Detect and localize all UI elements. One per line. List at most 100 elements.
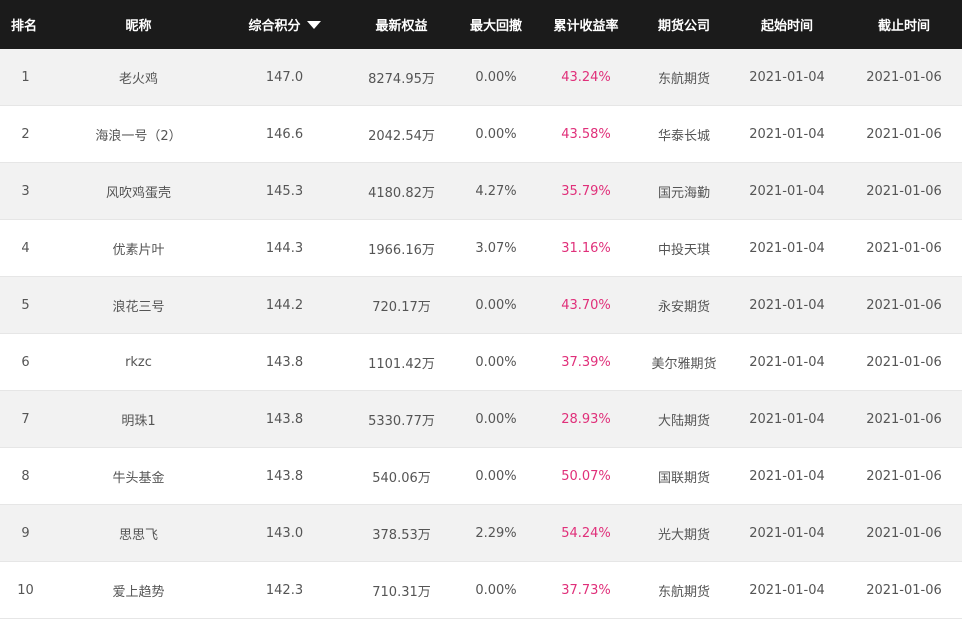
cell-nickname[interactable]: 牛头基金 (51, 467, 226, 486)
cell-score: 143.8 (265, 354, 304, 370)
cell-end-date: 2021-01-06 (866, 354, 942, 370)
cell-score: 146.6 (265, 126, 304, 142)
cell-end-date: 2021-01-06 (866, 297, 942, 313)
cell-drawdown: 0.00% (475, 297, 517, 313)
cell-equity: 720.17万 (372, 299, 431, 315)
cell-end-date: 2021-01-06 (866, 468, 942, 484)
cell-equity: 8274.95万 (368, 71, 435, 87)
header-end[interactable]: 截止时间 (846, 15, 962, 34)
cell-rank: 1 (21, 69, 30, 85)
cell-start-date: 2021-01-04 (749, 582, 825, 598)
cell-start-date: 2021-01-04 (749, 240, 825, 256)
cell-rank: 9 (21, 525, 30, 541)
cell-rank: 10 (17, 582, 34, 598)
cell-drawdown: 0.00% (475, 411, 517, 427)
ranking-table: 排名 昵称 综合积分 最新权益 最大回撤 累计收益率 期货公司 起始时间 截止时… (0, 0, 962, 619)
cell-start-date: 2021-01-04 (749, 354, 825, 370)
cell-nickname[interactable]: 思思飞 (51, 524, 226, 543)
cell-return: 50.07% (561, 468, 611, 484)
cell-drawdown: 0.00% (475, 126, 517, 142)
table-row[interactable]: 10 爱上趋势 142.3 710.31万 0.00% 37.73% 东航期货 2021-01… (0, 562, 962, 619)
cell-score: 145.3 (265, 183, 304, 199)
cell-rank: 7 (21, 411, 30, 427)
table-body: 1 老火鸡 147.0 8274.95万 0.00% 43.24% 东航期货 2021-01-… (0, 49, 962, 619)
cell-end-date: 2021-01-06 (866, 69, 942, 85)
header-return[interactable]: 累计收益率 (532, 15, 640, 34)
table-row[interactable]: 6 rkzc 143.8 1101.42万 0.00% 37.39% 美尔雅期货 2021-0… (0, 334, 962, 391)
cell-equity: 2042.54万 (368, 128, 435, 144)
header-equity[interactable]: 最新权益 (343, 15, 460, 34)
cell-start-date: 2021-01-04 (749, 525, 825, 541)
cell-rank: 8 (21, 468, 30, 484)
cell-equity: 4180.82万 (368, 185, 435, 201)
cell-nickname[interactable]: 老火鸡 (51, 68, 226, 87)
cell-equity: 710.31万 (372, 584, 431, 600)
cell-equity: 1966.16万 (368, 242, 435, 258)
cell-return: 43.70% (561, 297, 611, 313)
cell-score: 144.2 (265, 297, 304, 313)
cell-end-date: 2021-01-06 (866, 582, 942, 598)
cell-start-date: 2021-01-04 (749, 126, 825, 142)
cell-return: 54.24% (561, 525, 611, 541)
cell-score: 143.0 (265, 525, 304, 541)
table-row[interactable]: 1 老火鸡 147.0 8274.95万 0.00% 43.24% 东航期货 2021-01-… (0, 49, 962, 106)
cell-rank: 6 (21, 354, 30, 370)
cell-nickname[interactable]: 优素片叶 (51, 239, 226, 258)
header-start[interactable]: 起始时间 (728, 15, 846, 34)
cell-end-date: 2021-01-06 (866, 240, 942, 256)
cell-rank: 2 (21, 126, 30, 142)
table-row[interactable]: 8 牛头基金 143.8 540.06万 0.00% 50.07% 国联期货 2021-01-… (0, 448, 962, 505)
table-row[interactable]: 2 海浪一号（2） 146.6 2042.54万 0.00% 43.58% 华泰长城 2021… (0, 106, 962, 163)
cell-drawdown: 2.29% (475, 525, 517, 541)
cell-score: 143.8 (265, 468, 304, 484)
cell-company: 中投天琪 (657, 242, 710, 258)
cell-company: 东航期货 (657, 584, 710, 600)
cell-company: 大陆期货 (657, 413, 710, 429)
cell-nickname[interactable]: 爱上趋势 (51, 581, 226, 600)
cell-equity: 540.06万 (372, 470, 431, 486)
header-rank[interactable]: 排名 (0, 15, 51, 34)
cell-return: 43.58% (561, 126, 611, 142)
header-company[interactable]: 期货公司 (640, 15, 728, 34)
cell-return: 28.93% (561, 411, 611, 427)
cell-company: 东航期货 (657, 71, 710, 87)
header-score-label: 综合积分 (248, 18, 301, 34)
cell-score: 142.3 (265, 582, 304, 598)
table-row[interactable]: 7 明珠1 143.8 5330.77万 0.00% 28.93% 大陆期货 2021-01-… (0, 391, 962, 448)
cell-equity: 1101.42万 (368, 356, 435, 372)
cell-drawdown: 0.00% (475, 354, 517, 370)
cell-start-date: 2021-01-04 (749, 411, 825, 427)
cell-end-date: 2021-01-06 (866, 126, 942, 142)
cell-return: 37.73% (561, 582, 611, 598)
cell-end-date: 2021-01-06 (866, 183, 942, 199)
cell-score: 147.0 (265, 69, 304, 85)
cell-return: 37.39% (561, 354, 611, 370)
cell-drawdown: 3.07% (475, 240, 517, 256)
cell-score: 144.3 (265, 240, 304, 256)
header-nickname[interactable]: 昵称 (51, 15, 226, 34)
table-row[interactable]: 3 风吹鸡蛋壳 145.3 4180.82万 4.27% 35.79% 国元海勤 2021-0… (0, 163, 962, 220)
cell-drawdown: 4.27% (475, 183, 517, 199)
header-score[interactable]: 综合积分 (226, 15, 343, 34)
header-drawdown[interactable]: 最大回撤 (460, 15, 532, 34)
table-row[interactable]: 9 思思飞 143.0 378.53万 2.29% 54.24% 光大期货 2021-01-0… (0, 505, 962, 562)
cell-company: 华泰长城 (657, 128, 710, 144)
cell-return: 43.24% (561, 69, 611, 85)
cell-company: 国元海勤 (657, 185, 710, 201)
cell-nickname[interactable]: 浪花三号 (51, 296, 226, 315)
cell-nickname[interactable]: 明珠1 (51, 410, 226, 429)
sort-desc-icon[interactable] (306, 21, 321, 29)
table-row[interactable]: 5 浪花三号 144.2 720.17万 0.00% 43.70% 永安期货 2021-01-… (0, 277, 962, 334)
cell-company: 永安期货 (657, 299, 710, 315)
table-header: 排名 昵称 综合积分 最新权益 最大回撤 累计收益率 期货公司 起始时间 截止时… (0, 0, 962, 49)
cell-return: 35.79% (561, 183, 611, 199)
cell-score: 143.8 (265, 411, 304, 427)
cell-nickname[interactable]: 风吹鸡蛋壳 (51, 182, 226, 201)
cell-nickname[interactable]: rkzc (51, 355, 226, 370)
cell-nickname[interactable]: 海浪一号（2） (51, 125, 226, 144)
cell-equity: 5330.77万 (368, 413, 435, 429)
table-row[interactable]: 4 优素片叶 144.3 1966.16万 3.07% 31.16% 中投天琪 2021-01… (0, 220, 962, 277)
cell-return: 31.16% (561, 240, 611, 256)
cell-end-date: 2021-01-06 (866, 525, 942, 541)
cell-start-date: 2021-01-04 (749, 183, 825, 199)
